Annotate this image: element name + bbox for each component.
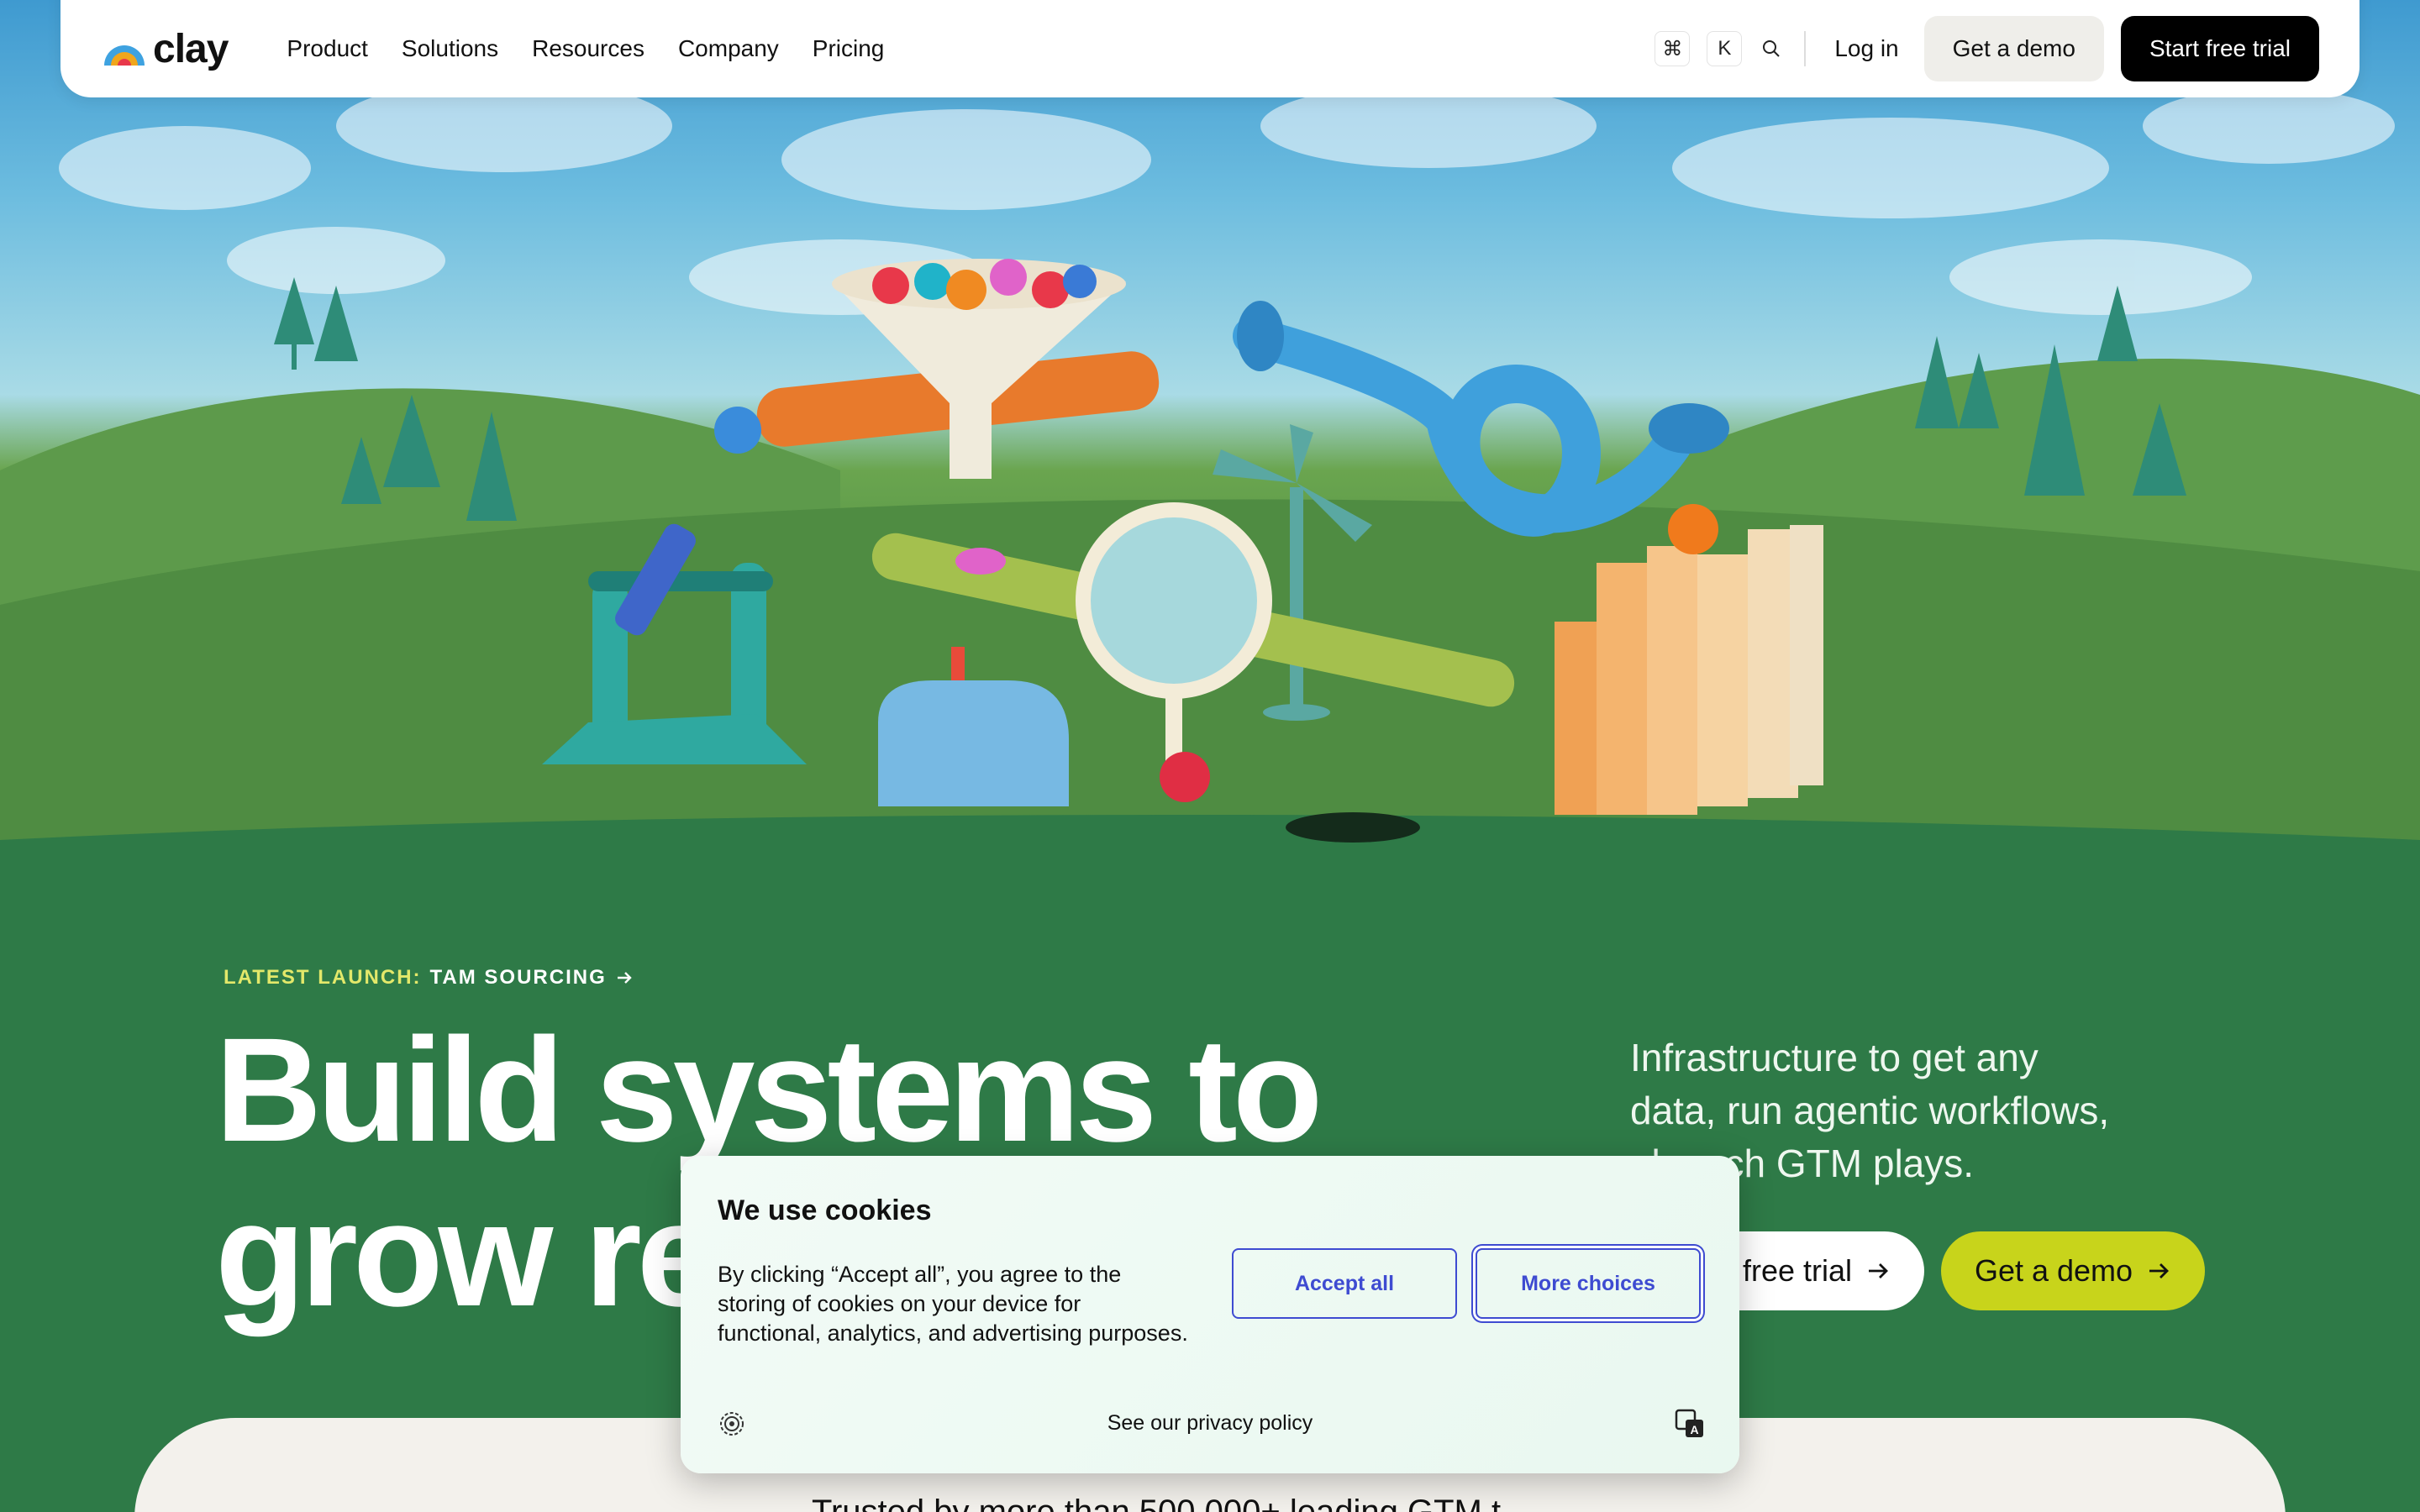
subtext-line-1: Infrastructure to get any bbox=[1630, 1036, 2039, 1079]
hero-get-demo-button[interactable]: Get a demo bbox=[1941, 1231, 2205, 1310]
hero-demo-label: Get a demo bbox=[1974, 1253, 2133, 1288]
nav-solutions[interactable]: Solutions bbox=[402, 35, 498, 62]
subtext-line-2: data, run agentic workflows, bbox=[1630, 1089, 2110, 1132]
nav-pricing[interactable]: Pricing bbox=[813, 35, 885, 62]
pipe-illustration bbox=[1233, 317, 1691, 537]
cookie-body-text: By clicking “Accept all”, you agree to t… bbox=[718, 1262, 1188, 1346]
launch-label: LATEST LAUNCH: bbox=[224, 966, 422, 989]
clay-logo-icon bbox=[104, 45, 145, 66]
k-key[interactable]: K bbox=[1707, 31, 1743, 66]
nav-divider bbox=[1804, 31, 1807, 66]
hero-trial-label: free trial bbox=[1742, 1253, 1852, 1288]
latest-launch-link[interactable]: LATEST LAUNCH: TAM SOURCING bbox=[224, 966, 634, 990]
arrow-right-icon bbox=[617, 972, 632, 984]
privacy-policy-link[interactable]: See our privacy policy bbox=[681, 1411, 1739, 1436]
launch-text: TAM SOURCING bbox=[429, 966, 607, 989]
cookie-title: We use cookies bbox=[718, 1194, 932, 1226]
command-key[interactable]: ⌘ bbox=[1655, 31, 1691, 66]
clay-logo[interactable]: clay bbox=[101, 26, 229, 72]
accept-all-button[interactable]: Accept all bbox=[1232, 1248, 1457, 1319]
svg-text:A: A bbox=[1690, 1423, 1698, 1436]
nav-resources[interactable]: Resources bbox=[532, 35, 644, 62]
nav-actions: ⌘ K Log in Get a demo Start free trial bbox=[1655, 16, 2319, 81]
top-navbar: clay Product Solutions Resources Company… bbox=[60, 0, 2360, 97]
arrow-right-icon bbox=[2149, 1263, 2170, 1278]
language-icon[interactable]: A bbox=[1674, 1408, 1706, 1440]
arrow-right-icon bbox=[1869, 1263, 1888, 1278]
search-icon[interactable] bbox=[1759, 36, 1784, 61]
login-link[interactable]: Log in bbox=[1834, 35, 1898, 62]
cookie-consent-dialog: We use cookies By clicking “Accept all”,… bbox=[681, 1156, 1739, 1473]
nav-company[interactable]: Company bbox=[678, 35, 779, 62]
clouds bbox=[59, 80, 2395, 315]
get-demo-button[interactable]: Get a demo bbox=[1923, 16, 2104, 81]
nav-product[interactable]: Product bbox=[287, 35, 368, 62]
start-trial-button[interactable]: Start free trial bbox=[2120, 16, 2319, 81]
trusted-by-text: Trusted by more than 500,000+ leading GT… bbox=[812, 1494, 1502, 1512]
hole bbox=[1286, 812, 1420, 843]
headline-line-1: Build systems to bbox=[215, 1008, 1323, 1173]
primary-nav: Product Solutions Resources Company Pric… bbox=[287, 35, 884, 62]
more-choices-button[interactable]: More choices bbox=[1476, 1248, 1701, 1319]
logo-text: clay bbox=[153, 26, 229, 71]
